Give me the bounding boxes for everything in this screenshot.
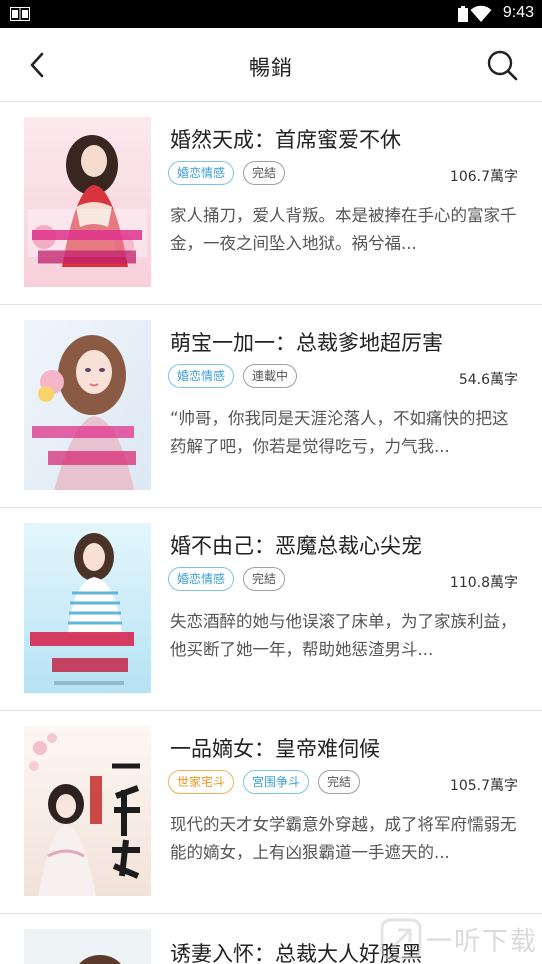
status-tag: 連載中 [243, 364, 298, 388]
tag-row: 婚恋情感 完結 [168, 161, 286, 185]
book-description: “帅哥，你我同是天涯沦落人，不如痛快的把这药解了吧，你若是觉得吃亏，力气我... [170, 409, 509, 456]
book-cover[interactable] [24, 523, 151, 693]
book-list-item[interactable]: 萌宝一加一：总裁爹地超厉害 婚恋情感 連載中 54.6萬字 “帅哥，你我同是天涯… [0, 305, 542, 508]
book-cover[interactable] [24, 320, 151, 490]
book-title[interactable]: 萌宝一加一：总裁爹地超厉害 [170, 327, 443, 357]
cover-art-woman-flowers [24, 320, 151, 490]
watermark-text: 一听下载 [425, 926, 538, 957]
book-description: 家人捅刀，爱人背叛。本是被捧在手心的富家千金，一夜之间坠入地狱。祸兮福... [170, 206, 517, 253]
cover-art-partial [24, 929, 151, 964]
book-title[interactable]: 婚然天成：首席蜜爱不休 [170, 124, 401, 154]
genre-tag[interactable]: 婚恋情感 [168, 364, 235, 388]
book-cover[interactable] [24, 929, 151, 964]
status-tag: 完結 [318, 770, 361, 794]
book-list-item[interactable]: 一品嫡女：皇帝难伺候 世家宅斗 宮围争斗 完結 105.7萬字 现代的天才女学霸… [0, 711, 542, 914]
book-description: 失恋酒醉的她与他误滚了床单，为了家族利益，他买断了她一年，帮助她惩渣男斗... [170, 612, 517, 659]
tag-row: 世家宅斗 宮围争斗 完結 [168, 770, 361, 794]
wifi-icon [470, 5, 492, 22]
book-title[interactable]: 一品嫡女：皇帝难伺候 [170, 733, 380, 763]
status-time: 9:43 [502, 4, 534, 21]
genre-tag[interactable]: 世家宅斗 [168, 770, 235, 794]
genre-tag[interactable]: 婚恋情感 [168, 567, 235, 591]
status-tag: 完結 [243, 567, 286, 591]
watermark-logo-icon [380, 918, 422, 960]
cover-art-woman-striped-shirt [24, 523, 151, 693]
watermark: 一听下载 [380, 918, 538, 960]
cover-art-woman-red-dress [24, 117, 151, 287]
page-title: 暢銷 [249, 56, 293, 80]
battery-icon [458, 6, 468, 22]
book-list: 婚然天成：首席蜜爱不休 婚恋情感 完結 106.7萬字 家人捅刀，爱人背叛。本是… [0, 102, 542, 964]
book-cover[interactable] [24, 726, 151, 896]
book-app-icon [10, 7, 30, 21]
word-count: 105.7萬字 [449, 778, 518, 794]
top-app-bar: 暢銷 [0, 28, 542, 102]
search-button[interactable] [486, 49, 518, 81]
word-count: 106.7萬字 [449, 169, 518, 185]
book-list-item[interactable]: 婚不由己：恶魔总裁心尖宠 婚恋情感 完結 110.8萬字 失恋酒醉的她与他误滚了… [0, 508, 542, 711]
status-tag: 完結 [243, 161, 286, 185]
book-title[interactable]: 婚不由己：恶魔总裁心尖宠 [170, 530, 422, 560]
status-bar: 9:43 [0, 0, 542, 28]
search-icon [487, 50, 518, 81]
book-list-item[interactable]: 婚然天成：首席蜜爱不休 婚恋情感 完結 106.7萬字 家人捅刀，爱人背叛。本是… [0, 102, 542, 305]
tag-row: 婚恋情感 連載中 [168, 364, 298, 388]
word-count: 110.8萬字 [449, 575, 518, 591]
tag-row: 婚恋情感 完結 [168, 567, 286, 591]
cover-art-woman-ancient [24, 726, 151, 896]
genre-tag[interactable]: 宮围争斗 [243, 770, 310, 794]
word-count: 54.6萬字 [458, 372, 518, 388]
genre-tag[interactable]: 婚恋情感 [168, 161, 235, 185]
book-cover[interactable] [24, 117, 151, 287]
book-description: 现代的天才女学霸意外穿越，成了将军府懦弱无能的嫡女，上有凶狠霸道一手遮天的... [170, 815, 517, 862]
